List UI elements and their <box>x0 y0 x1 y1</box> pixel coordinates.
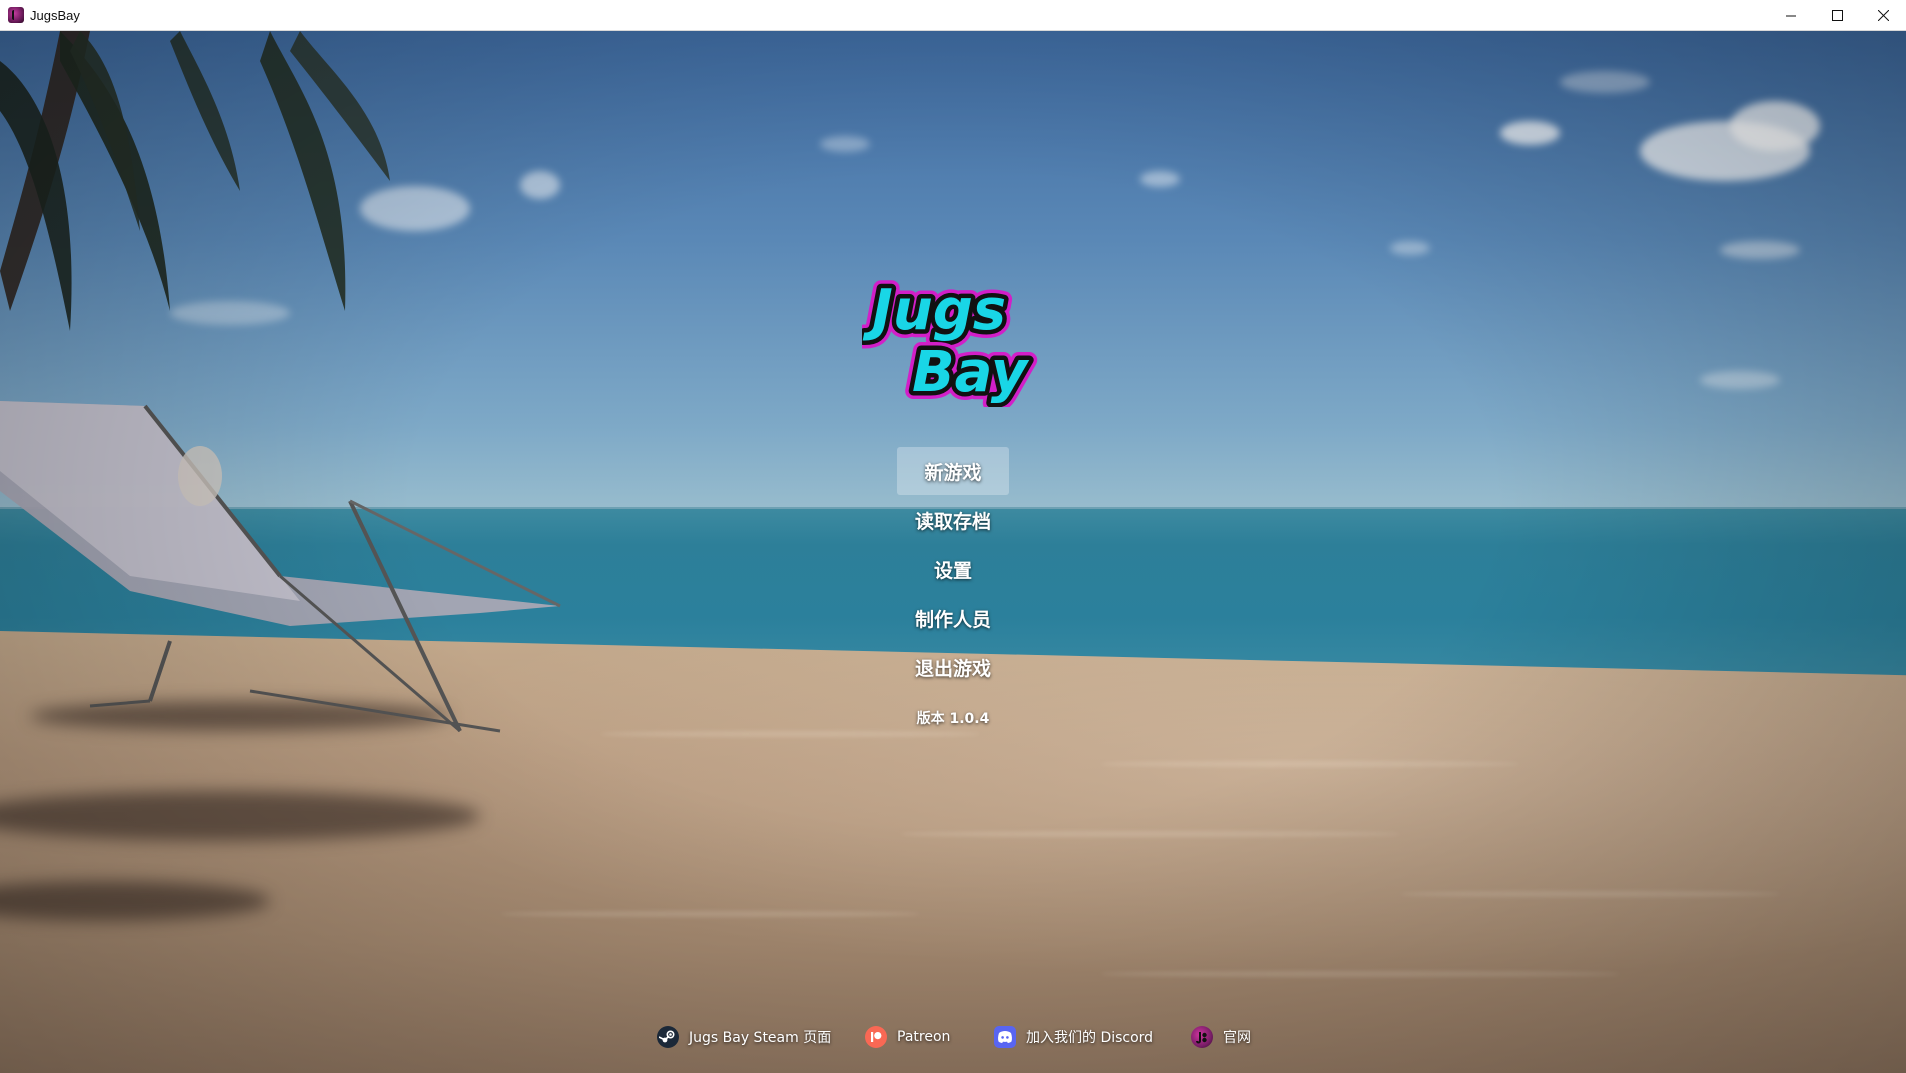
cloud <box>1720 241 1800 259</box>
settings-button[interactable]: 设置 <box>897 545 1009 593</box>
steam-page-label: Jugs Bay Steam 页面 <box>689 1030 832 1046</box>
sand-ripple <box>600 731 980 737</box>
logo-text-line2: Bay <box>912 340 1030 405</box>
main-menu: 新游戏 读取存档 设置 制作人员 退出游戏 <box>853 447 1053 692</box>
beach-chair <box>0 401 561 733</box>
maximize-button[interactable] <box>1814 0 1860 31</box>
discord-icon <box>994 1026 1016 1048</box>
sand-ripple <box>500 911 920 917</box>
load-game-button[interactable]: 读取存档 <box>897 496 1009 544</box>
title-bar: JugsBay <box>0 0 1906 31</box>
app-icon <box>8 7 24 23</box>
quit-game-button[interactable]: 退出游戏 <box>897 643 1009 691</box>
logo-text-line1: Jugs <box>862 278 1006 343</box>
cloud <box>820 136 870 152</box>
sand-ripple <box>1100 761 1520 767</box>
official-website-link[interactable]: 官网 <box>1191 1023 1251 1051</box>
new-game-button[interactable]: 新游戏 <box>897 447 1009 495</box>
discord-link[interactable]: 加入我们的 Discord <box>994 1023 1153 1051</box>
close-button[interactable] <box>1860 0 1906 31</box>
maximize-icon <box>1831 10 1843 21</box>
cloud <box>1140 171 1180 187</box>
sand-ripple <box>900 831 1400 837</box>
patreon-icon <box>865 1026 887 1048</box>
close-icon <box>1877 10 1889 21</box>
sand-ripple <box>1400 891 1780 897</box>
cloud <box>1390 241 1430 255</box>
game-window: JugsBay Jugs Jugs Jugs Bay Bay Bay 新游戏 读… <box>0 0 1906 1073</box>
footer-links: Jugs Bay Steam 页面 Patreon 加入我们的 Discord <box>0 1023 1906 1051</box>
version-label: 版本 1.0.4 <box>916 711 990 727</box>
cloud <box>1500 121 1560 145</box>
sand-ripple <box>1100 971 1620 977</box>
game-logo: Jugs Jugs Jugs Bay Bay Bay <box>862 270 1038 407</box>
patreon-link[interactable]: Patreon <box>865 1023 950 1051</box>
cloud <box>520 171 560 199</box>
credits-button[interactable]: 制作人员 <box>897 594 1009 642</box>
steam-page-link[interactable]: Jugs Bay Steam 页面 <box>657 1023 831 1051</box>
steam-icon <box>657 1026 679 1048</box>
discord-label: 加入我们的 Discord <box>1026 1030 1154 1046</box>
patreon-label: Patreon <box>897 1029 951 1045</box>
window-title: JugsBay <box>30 7 80 23</box>
window-controls <box>1768 0 1906 30</box>
official-website-label: 官网 <box>1223 1030 1251 1046</box>
palm-tree <box>0 31 390 331</box>
cloud <box>1700 371 1780 389</box>
minimize-button[interactable] <box>1768 0 1814 31</box>
website-icon <box>1191 1026 1213 1048</box>
minimize-icon <box>1785 15 1796 17</box>
cloud <box>1730 101 1820 151</box>
cloud <box>1560 71 1650 93</box>
